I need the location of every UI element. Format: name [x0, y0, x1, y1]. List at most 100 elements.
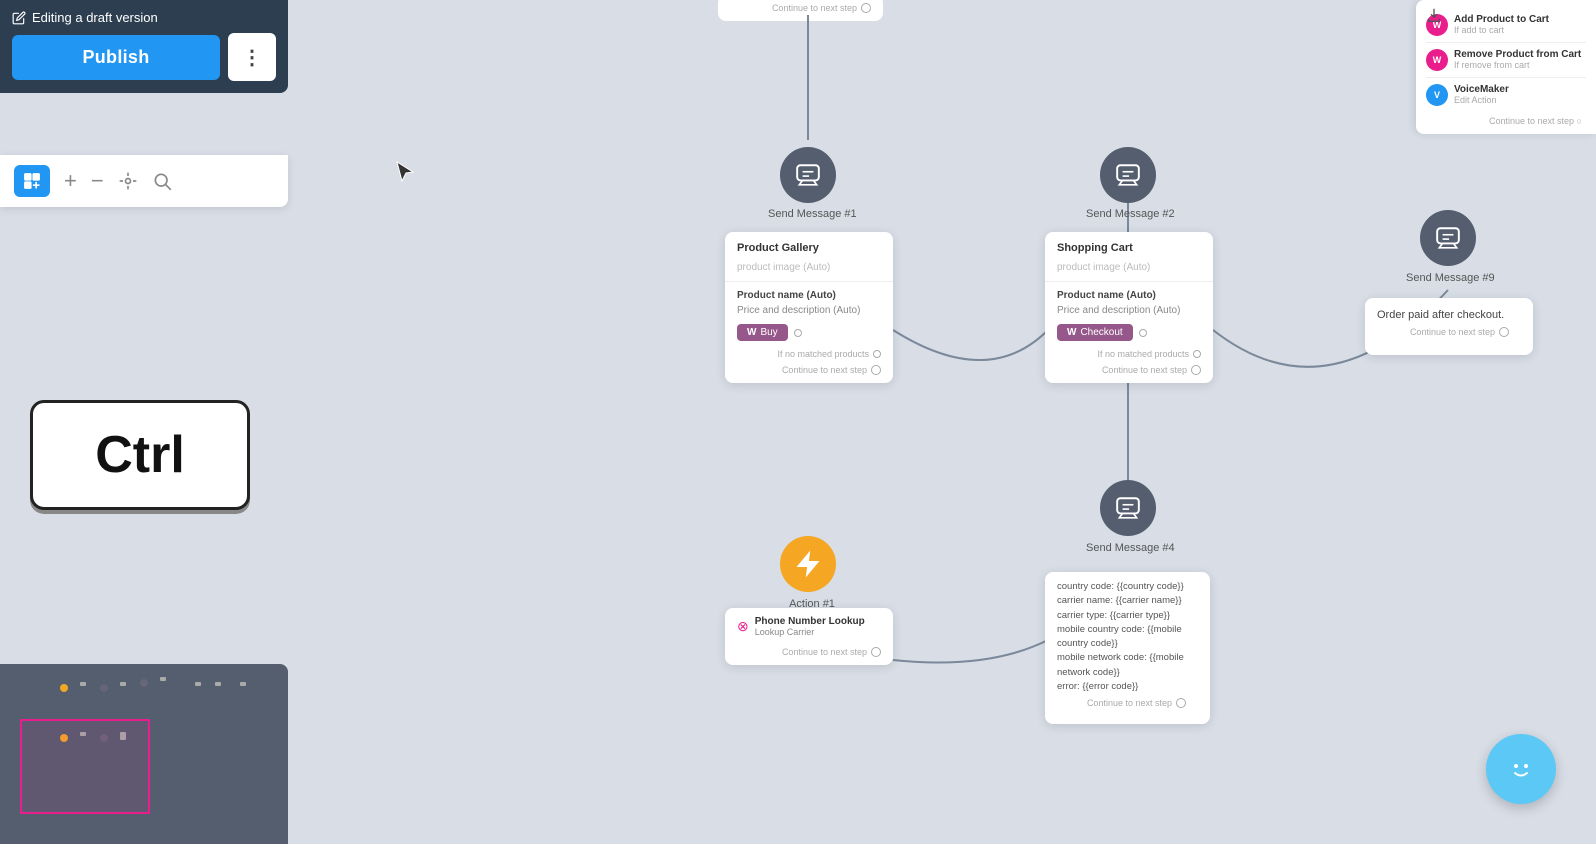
top-card: Continue to next step: [718, 0, 883, 21]
chat-bubble-button[interactable]: [1486, 734, 1556, 804]
checkout-port: [1139, 329, 1147, 337]
order-paid-card[interactable]: Order paid after checkout. Continue to n…: [1365, 298, 1533, 355]
message-footer-dot: [1176, 698, 1186, 708]
divider-2: [1045, 281, 1213, 282]
message-icon-4: [1115, 495, 1141, 521]
no-match-row-2: If no matched products: [1045, 347, 1213, 361]
send-message-1-label: Send Message #1: [768, 208, 848, 220]
shopping-name: Product name (Auto): [1045, 288, 1213, 303]
phone-footer-label: Continue to next step: [782, 647, 867, 657]
send-message-9-label: Send Message #9: [1406, 272, 1486, 284]
block-icon: [22, 171, 42, 191]
connectors-svg: [288, 0, 1596, 844]
no-match-dot-2: [1193, 350, 1201, 358]
product-gallery-title: Product Gallery: [725, 232, 893, 260]
divider-1: [725, 281, 893, 282]
draft-label: Editing a draft version: [12, 10, 276, 25]
mini-card-4: [195, 682, 201, 686]
zoom-out-icon[interactable]: −: [91, 168, 104, 194]
add-cart-label: Add Product to Cart: [1454, 14, 1549, 25]
product-gallery-card[interactable]: Product Gallery product image (Auto) Pro…: [725, 232, 893, 383]
btn-port: [794, 329, 802, 337]
phone-lookup-card[interactable]: ⊗ Phone Number Lookup Lookup Carrier Con…: [725, 608, 893, 665]
send-message-2-node[interactable]: [1100, 147, 1156, 203]
message-footer: Continue to next step: [1057, 694, 1198, 716]
flow-canvas: Continue to next step Send Message #1 Se…: [288, 0, 1596, 844]
fit-icon[interactable]: [118, 171, 138, 191]
shopping-footer-label: Continue to next step: [1102, 365, 1187, 375]
action-1-label: Action #1: [772, 598, 852, 610]
download-icon: [1426, 8, 1442, 24]
edit-icon: [12, 11, 26, 25]
send-message-4-label: Send Message #4: [1086, 542, 1166, 554]
search-icon: [152, 171, 172, 191]
action-1-node[interactable]: [780, 536, 836, 592]
woo-icon-2: W: [1067, 327, 1076, 338]
top-card-footer: Continue to next step: [772, 3, 857, 13]
send-message-1-node[interactable]: [780, 147, 836, 203]
product-footer-label: Continue to next step: [782, 365, 867, 375]
mini-node-3: [140, 679, 148, 687]
mini-card-6: [240, 682, 246, 686]
buy-label: Buy: [760, 327, 777, 338]
phone-footer: Continue to next step: [725, 643, 893, 665]
shopping-cart-title: Shopping Cart: [1045, 232, 1213, 260]
action-icon: [795, 551, 821, 577]
mini-card-5: [215, 682, 221, 686]
mini-map-highlight: [20, 719, 150, 814]
mini-card-2: [120, 682, 126, 686]
send-message-4-node[interactable]: [1100, 480, 1156, 536]
remove-cart-icon: W: [1426, 49, 1448, 71]
message-icon-2: [1115, 162, 1141, 188]
buy-btn-row[interactable]: W Buy: [725, 318, 893, 347]
voicemaker-icon: V: [1426, 84, 1448, 106]
checkout-button[interactable]: W Checkout: [1057, 324, 1133, 341]
draft-text: Editing a draft version: [32, 10, 158, 25]
shopping-footer-dot: [1191, 365, 1201, 375]
voicemaker-label: VoiceMaker: [1454, 84, 1509, 95]
phone-icon: ⊗: [737, 618, 749, 635]
fit-view-icon: [118, 171, 138, 191]
publish-button[interactable]: Publish: [12, 35, 220, 80]
message-content-card[interactable]: country code: {{country code}} carrier n…: [1045, 572, 1210, 724]
product-desc-row: Price and description (Auto): [725, 303, 893, 318]
search-tool-icon[interactable]: [152, 171, 172, 191]
zoom-in-icon[interactable]: +: [64, 168, 77, 194]
order-footer-dot: [1499, 327, 1509, 337]
order-footer-label: Continue to next step: [1410, 327, 1495, 337]
product-footer: Continue to next step: [725, 361, 893, 383]
phone-lookup-title: Phone Number Lookup: [755, 616, 865, 627]
mini-node-2: [100, 684, 108, 692]
shopping-desc: Price and description (Auto): [1045, 303, 1213, 318]
more-button[interactable]: ⋮: [228, 33, 276, 81]
top-panel: Editing a draft version Publish ⋮: [0, 0, 288, 93]
product-footer-dot: [871, 365, 881, 375]
top-card-dot: [861, 3, 871, 13]
remove-cart-label: Remove Product from Cart: [1454, 49, 1581, 60]
checkout-label: Checkout: [1080, 327, 1122, 338]
no-match-dot-1: [873, 350, 881, 358]
product-name-row: Product name (Auto): [725, 288, 893, 303]
right-panel: W Add Product to Cart If add to cart W R…: [1416, 0, 1596, 134]
right-panel-item-2: W Remove Product from Cart If remove fro…: [1426, 43, 1586, 78]
no-match-label-2: If no matched products: [1097, 349, 1189, 359]
add-block-icon[interactable]: [14, 165, 50, 197]
right-panel-item-3: V VoiceMaker Edit Action: [1426, 78, 1586, 112]
phone-lookup-sub: Lookup Carrier: [755, 627, 865, 637]
checkout-btn-row[interactable]: W Checkout: [1045, 318, 1213, 347]
right-panel-item-1: W Add Product to Cart If add to cart: [1426, 8, 1586, 43]
mini-node-orange: [60, 684, 68, 692]
message-content-text: country code: {{country code}} carrier n…: [1057, 580, 1198, 694]
order-paid-content: Order paid after checkout.: [1377, 308, 1521, 323]
voicemaker-sub: Edit Action: [1454, 95, 1509, 105]
right-panel-footer: Continue to next step ○: [1426, 112, 1586, 126]
shopping-footer: Continue to next step: [1045, 361, 1213, 383]
shopping-cart-card[interactable]: Shopping Cart product image (Auto) Produ…: [1045, 232, 1213, 383]
buy-button[interactable]: W Buy: [737, 324, 788, 341]
mini-map: [0, 664, 288, 844]
message-icon: [795, 162, 821, 188]
send-message-9-node[interactable]: [1420, 210, 1476, 266]
phone-lookup-row: ⊗ Phone Number Lookup Lookup Carrier: [725, 608, 893, 643]
toolbar-row: Publish ⋮: [12, 33, 276, 81]
mini-card-1: [80, 682, 86, 686]
